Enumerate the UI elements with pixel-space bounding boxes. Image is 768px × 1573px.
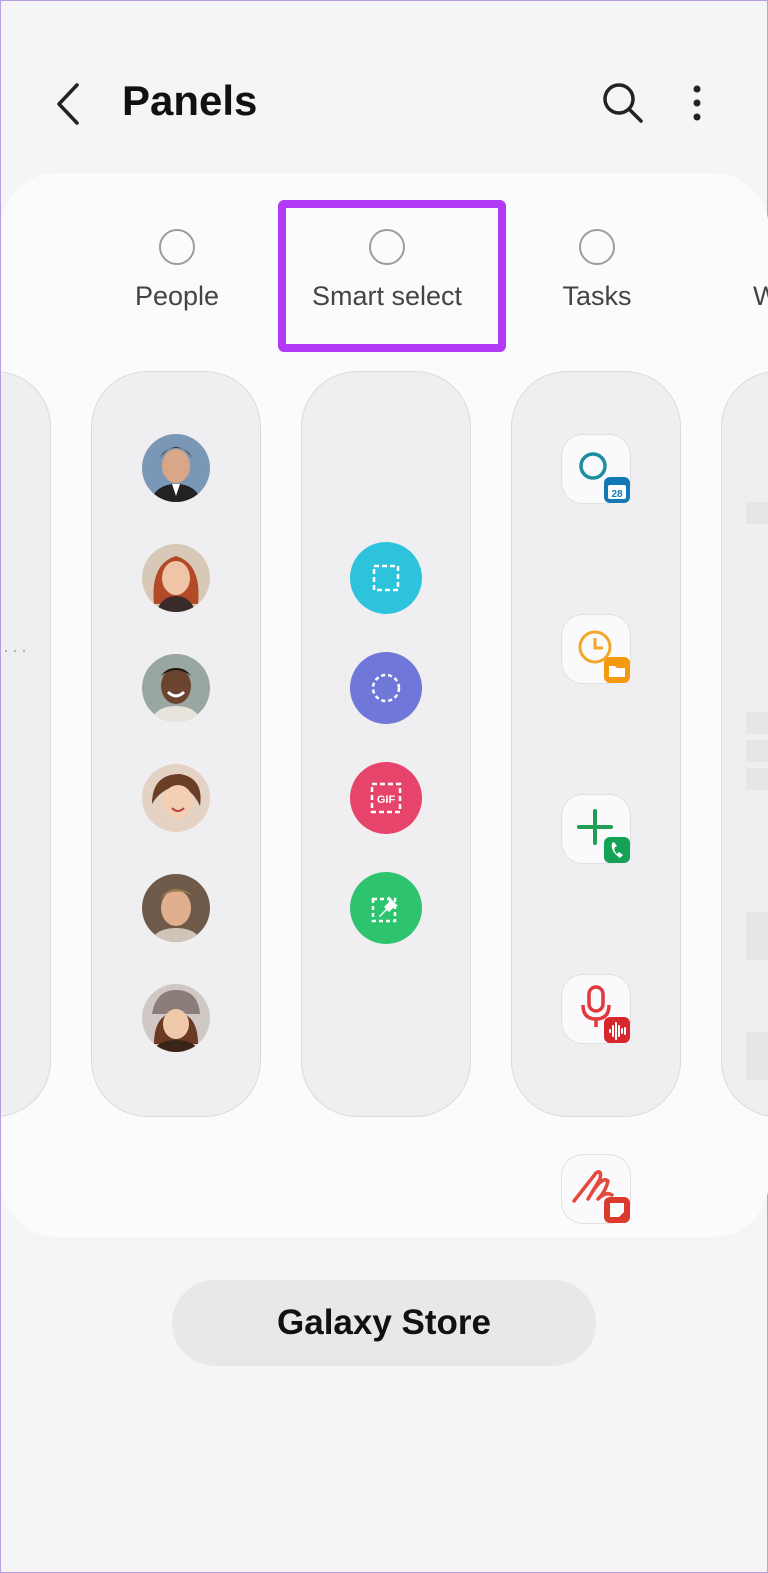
panel-label: People: [134, 281, 220, 311]
panel-label: Tasks: [562, 281, 632, 311]
contact-avatar[interactable]: [142, 984, 210, 1052]
calendar-day: 28: [611, 489, 623, 500]
voice-recorder-icon[interactable]: [561, 974, 631, 1044]
add-contact-call-icon[interactable]: [561, 794, 631, 864]
placeholder-bar: [746, 912, 768, 960]
placeholder-bar: [746, 768, 768, 790]
animation-gif-icon[interactable]: GIF: [350, 762, 422, 834]
panel-preview-partial-right[interactable]: [721, 371, 768, 1117]
placeholder-bar: [746, 502, 768, 524]
ellipsis-icon: ···: [3, 640, 30, 660]
pin-to-screen-icon[interactable]: [350, 872, 422, 944]
clock-folder-icon[interactable]: [561, 614, 631, 684]
back-arrow-icon[interactable]: [49, 79, 89, 129]
search-icon[interactable]: [601, 81, 645, 125]
more-options-icon[interactable]: [685, 81, 709, 125]
radio-button[interactable]: [579, 229, 615, 265]
placeholder-bar: [746, 1032, 768, 1080]
panels-card: People Smart select Tasks W ··· GIF 28: [1, 173, 768, 1237]
notes-icon[interactable]: [561, 1154, 631, 1224]
galaxy-store-button[interactable]: Galaxy Store: [172, 1280, 596, 1366]
oval-select-icon[interactable]: [350, 652, 422, 724]
gif-text: GIF: [377, 794, 396, 806]
panel-preview-smart-select[interactable]: GIF: [301, 371, 471, 1117]
panel-option-partial[interactable]: W: [673, 229, 768, 312]
panel-preview-partial-left[interactable]: ···: [1, 371, 51, 1117]
calendar-search-icon[interactable]: 28: [561, 434, 631, 504]
contact-avatar[interactable]: [142, 434, 210, 502]
panel-preview-people[interactable]: [91, 371, 261, 1117]
panel-preview-tasks[interactable]: 28: [511, 371, 681, 1224]
placeholder-bar: [746, 712, 768, 734]
contact-avatar[interactable]: [142, 654, 210, 722]
panel-label: W: [753, 281, 768, 311]
panel-option-tasks[interactable]: Tasks: [507, 229, 687, 312]
radio-button[interactable]: [159, 229, 195, 265]
panel-option-people[interactable]: People: [87, 229, 267, 312]
page-title: Panels: [122, 77, 258, 124]
contact-avatar[interactable]: [142, 764, 210, 832]
contact-avatar[interactable]: [142, 544, 210, 612]
contact-avatar[interactable]: [142, 874, 210, 942]
rectangle-select-icon[interactable]: [350, 542, 422, 614]
selection-highlight: [278, 200, 506, 352]
placeholder-bar: [746, 740, 768, 762]
app-header: Panels: [1, 1, 768, 181]
